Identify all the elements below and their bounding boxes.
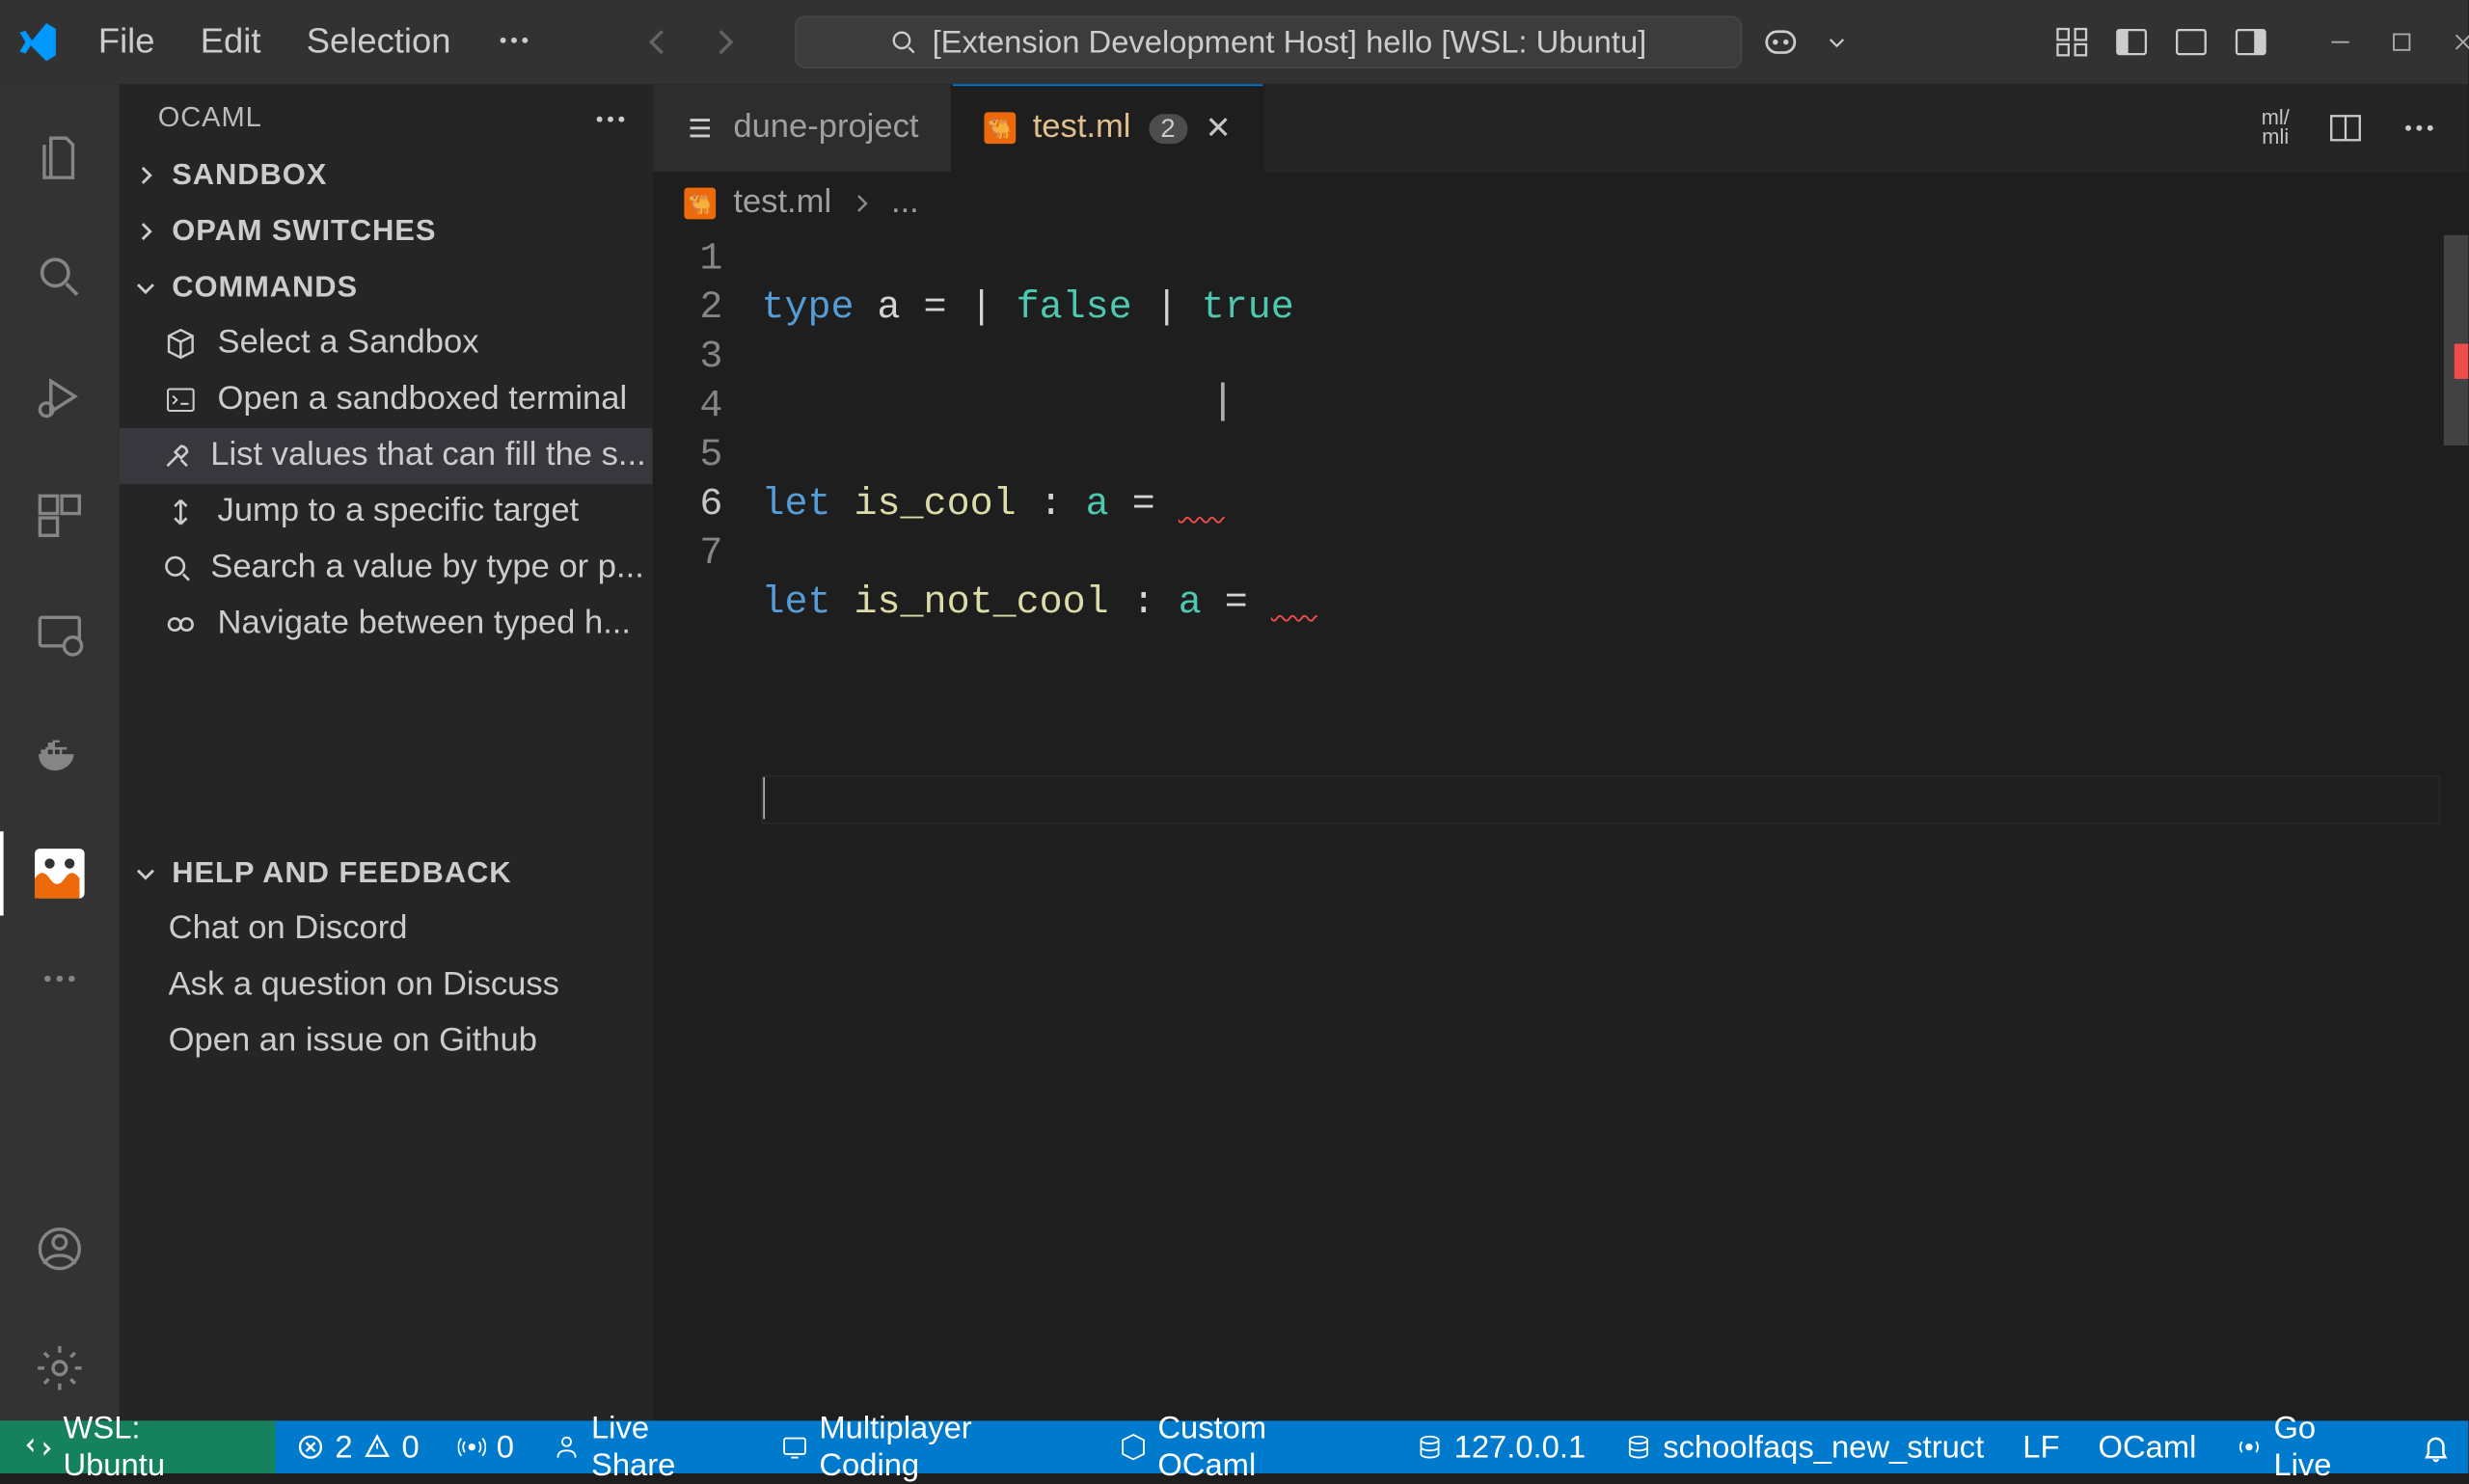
help-discuss[interactable]: Ask a question on Discuss (120, 958, 653, 1013)
terminal-icon (161, 384, 200, 416)
status-notifications-icon[interactable] (2403, 1420, 2468, 1473)
cmd-navigate-holes[interactable]: Navigate between typed h... (120, 596, 653, 652)
status-problems[interactable]: 2 0 (279, 1420, 437, 1473)
cmd-search-type[interactable]: Search a value by type or p... (120, 540, 653, 596)
status-language[interactable]: OCaml (2080, 1420, 2213, 1473)
title-bar: File Edit Selection [Extension Developme… (0, 0, 2468, 84)
run-debug-icon[interactable] (0, 344, 120, 449)
sidebar-title: OCAML (158, 103, 262, 135)
gutter: 1 2 3 4 5 6 7 (653, 235, 762, 1421)
help-discord[interactable]: Chat on Discord (120, 902, 653, 958)
overview-ruler[interactable] (2444, 235, 2468, 1421)
section-commands[interactable]: COMMANDS (120, 259, 653, 315)
status-database-name[interactable]: schoolfaqs_new_struct (1607, 1420, 2001, 1473)
cmd-list-values[interactable]: List values that can fill the s... (120, 428, 653, 484)
search-icon (161, 553, 193, 584)
chevron-down-icon[interactable] (1827, 32, 1848, 53)
cmd-open-terminal[interactable]: Open a sandboxed terminal (120, 372, 653, 428)
tools-icon (161, 441, 193, 472)
explorer-icon[interactable] (0, 105, 120, 210)
window-minimize-icon[interactable] (2328, 30, 2352, 54)
layout-customize-icon[interactable] (2054, 24, 2089, 59)
help-github[interactable]: Open an issue on Github (120, 1013, 653, 1069)
sidebar-more-icon[interactable] (593, 102, 628, 137)
code-content[interactable]: type a = | false | true let is_cool : a … (761, 235, 2468, 1421)
menu-selection[interactable]: Selection (285, 12, 472, 73)
copilot-icon[interactable] (1759, 21, 1802, 64)
close-icon[interactable]: ✕ (1206, 110, 1232, 147)
panel-right-icon[interactable] (2234, 24, 2268, 59)
list-icon (684, 112, 716, 144)
settings-gear-icon[interactable] (0, 1315, 120, 1420)
status-liveshare[interactable]: Live Share (535, 1420, 760, 1473)
ocaml-file-icon: 🐫 (984, 112, 1016, 144)
link-icon (161, 608, 200, 640)
problems-badge: 2 (1149, 113, 1188, 143)
panel-left-icon[interactable] (2114, 24, 2149, 59)
breadcrumb[interactable]: 🐫 test.ml ... (653, 172, 2469, 234)
menu-edit[interactable]: Edit (179, 12, 282, 73)
remote-indicator[interactable]: WSL: Ubuntu (0, 1420, 275, 1473)
tab-dune-project[interactable]: dune-project (653, 84, 952, 172)
command-center-text: [Extension Development Host] hello [WSL:… (933, 24, 1647, 61)
nav-forward-icon[interactable] (707, 24, 742, 59)
overflow-icon[interactable] (0, 940, 120, 1017)
code-editor[interactable]: 1 2 3 4 5 6 7 type a = | false | true le… (653, 235, 2469, 1421)
status-ocaml-sandbox[interactable]: Custom OCaml (1101, 1420, 1391, 1473)
ml-mli-switch-icon[interactable]: ml/ mli (2262, 109, 2290, 148)
accounts-icon[interactable] (0, 1197, 120, 1302)
editor: dune-project 🐫 test.ml 2 ✕ ml/ mli 🐫 tes… (653, 84, 2469, 1420)
status-ports[interactable]: 0 (441, 1420, 532, 1473)
search-icon[interactable] (0, 225, 120, 330)
activity-bar (0, 84, 120, 1420)
section-sandbox[interactable]: SANDBOX (120, 148, 653, 203)
tab-bar: dune-project 🐫 test.ml 2 ✕ ml/ mli (653, 84, 2469, 172)
status-database-ip[interactable]: 127.0.0.1 (1397, 1420, 1603, 1473)
status-golive[interactable]: Go Live (2217, 1420, 2400, 1473)
window-maximize-icon[interactable] (2391, 30, 2412, 54)
cmd-select-sandbox[interactable]: Select a Sandbox (120, 315, 653, 371)
panel-bottom-icon[interactable] (2174, 24, 2209, 59)
arrow-both-icon (161, 497, 200, 528)
package-icon (161, 328, 200, 360)
menu-bar: File Edit Selection (77, 12, 553, 73)
remote-explorer-icon[interactable] (0, 582, 120, 688)
scrollbar-thumb[interactable] (2444, 235, 2468, 445)
status-eol[interactable]: LF (2005, 1420, 2077, 1473)
status-bar: WSL: Ubuntu 2 0 0 Live Share Multiplayer… (0, 1420, 2468, 1473)
ocaml-icon[interactable] (0, 821, 120, 926)
section-opam[interactable]: OPAM SWITCHES (120, 203, 653, 259)
menu-file[interactable]: File (77, 12, 176, 73)
docker-icon[interactable] (0, 702, 120, 807)
status-multiplayer[interactable]: Multiplayer Coding (763, 1420, 1098, 1473)
error-marker[interactable] (2455, 344, 2469, 379)
split-editor-icon[interactable] (2328, 111, 2363, 146)
window-close-icon[interactable] (2451, 30, 2469, 54)
vscode-logo-icon (14, 17, 60, 67)
nav-arrows (640, 24, 743, 59)
more-actions-icon[interactable] (2401, 111, 2436, 146)
chevron-right-icon (133, 219, 161, 243)
nav-back-icon[interactable] (640, 24, 675, 59)
menu-overflow[interactable] (475, 12, 553, 73)
tab-test-ml[interactable]: 🐫 test.ml 2 ✕ (952, 84, 1264, 172)
chevron-down-icon (133, 276, 161, 300)
extensions-icon[interactable] (0, 463, 120, 568)
chevron-right-icon (133, 163, 161, 187)
ocaml-file-icon: 🐫 (684, 188, 716, 220)
cmd-jump-target[interactable]: Jump to a specific target (120, 484, 653, 540)
sidebar: OCAML SANDBOX OPAM SWITCHES COMMANDS (120, 84, 653, 1420)
chevron-down-icon (133, 861, 161, 885)
chevron-right-icon (849, 191, 873, 215)
command-center[interactable]: [Extension Development Host] hello [WSL:… (795, 15, 1742, 68)
section-help[interactable]: HELP AND FEEDBACK (120, 846, 653, 902)
